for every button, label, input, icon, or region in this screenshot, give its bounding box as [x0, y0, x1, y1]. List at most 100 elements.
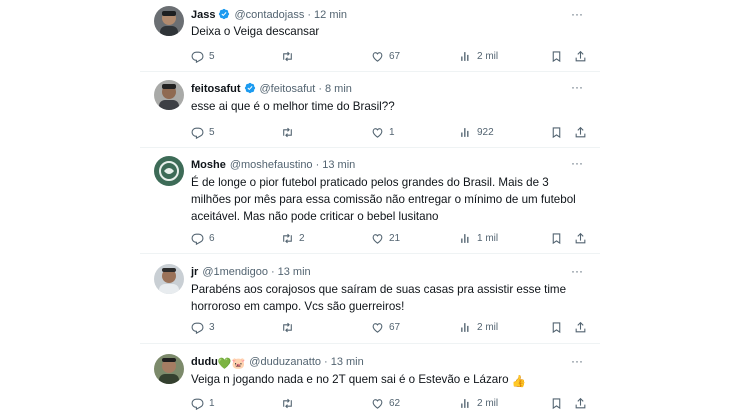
tweet-header: dudu💚🐷 @duduzanatto · 13 min: [191, 353, 560, 371]
tweet-text: esse ai que é o melhor time do Brasil??: [191, 100, 395, 113]
views-button[interactable]: 922: [459, 124, 494, 140]
views-button[interactable]: 2 mil: [459, 48, 498, 64]
like-count: 21: [389, 232, 401, 244]
like-count: 1: [389, 126, 395, 138]
bookmark-icon: [552, 321, 561, 333]
separator-dot: ·: [315, 159, 320, 171]
reply-button[interactable]: 6: [191, 230, 215, 246]
retweet-icon: [283, 51, 292, 61]
tweet-feitosafut[interactable]: feitosafut @feitosafut · 8 min ··· esse ai …: [140, 72, 600, 148]
views-button[interactable]: 2 mil: [459, 395, 498, 411]
reply-count: 3: [209, 321, 215, 333]
bookmark-icon: [552, 232, 561, 244]
tweet-jr[interactable]: jr @1mendigoo · 13 min ··· Parabéns aos cor…: [140, 254, 600, 344]
bookmark-button[interactable]: [550, 230, 563, 246]
reply-count: 6: [209, 232, 215, 244]
author-handle[interactable]: @duduzanatto: [249, 356, 321, 368]
tweet-dudu[interactable]: dudu💚🐷 @duduzanatto · 13 min ··· Veiga n jo…: [140, 344, 600, 416]
tweet-text: Deixa o Veiga descansar: [191, 25, 320, 38]
share-button[interactable]: [574, 395, 587, 411]
author-name[interactable]: feitosafut: [191, 83, 241, 95]
views-icon: [461, 233, 469, 243]
timestamp[interactable]: 13 min: [322, 159, 355, 171]
author-name[interactable]: dudu: [191, 356, 218, 368]
timestamp[interactable]: 13 min: [331, 356, 364, 368]
author-handle[interactable]: @contadojass: [234, 9, 304, 21]
reply-icon: [191, 127, 204, 139]
reply-count: 5: [209, 50, 215, 62]
author-handle[interactable]: @moshefaustino: [230, 159, 313, 171]
reply-button[interactable]: 1: [191, 395, 215, 411]
timestamp[interactable]: 12 min: [314, 9, 347, 21]
like-button[interactable]: 21: [371, 230, 400, 246]
like-icon: [372, 51, 383, 62]
more-icon[interactable]: ···: [568, 355, 586, 370]
share-button[interactable]: [574, 230, 587, 246]
retweet-icon: [283, 398, 292, 408]
avatar[interactable]: [154, 6, 184, 36]
author-handle[interactable]: @1mendigoo: [202, 266, 268, 278]
tweet-actions: 1 62 2 mil: [191, 395, 586, 411]
retweet-button[interactable]: [281, 124, 299, 140]
author-handle[interactable]: @feitosafut: [260, 83, 316, 95]
more-icon[interactable]: ···: [568, 81, 586, 96]
tweet-text: É de longe o pior futebol praticado pelo…: [191, 176, 576, 223]
reply-button[interactable]: 5: [191, 48, 215, 64]
bookmark-button[interactable]: [550, 48, 563, 64]
reply-icon: [191, 322, 204, 334]
retweet-button[interactable]: [281, 319, 299, 335]
author-name[interactable]: Jass: [191, 9, 215, 21]
tweet-jass[interactable]: Jass @contadojass · 12 min ··· Deixa o Veig…: [140, 0, 600, 72]
avatar[interactable]: [154, 354, 184, 384]
like-button[interactable]: 67: [371, 319, 400, 335]
like-button[interactable]: 62: [371, 395, 400, 411]
retweet-icon: [283, 127, 292, 137]
reply-icon: [191, 51, 204, 63]
reply-button[interactable]: 3: [191, 319, 215, 335]
tweet-actions: 5 1 922: [191, 124, 586, 140]
bookmark-button[interactable]: [550, 395, 563, 411]
author-name[interactable]: Moshe: [191, 159, 226, 171]
avatar[interactable]: [154, 80, 184, 110]
separator-dot: ·: [318, 83, 322, 95]
bookmark-button[interactable]: [550, 124, 563, 140]
share-icon: [575, 126, 586, 137]
reply-button[interactable]: 5: [191, 124, 215, 140]
avatar[interactable]: [154, 264, 184, 294]
tweet-header: Jass @contadojass · 12 min: [191, 6, 560, 24]
timestamp[interactable]: 13 min: [278, 266, 311, 278]
share-icon: [575, 50, 586, 61]
views-button[interactable]: 1 mil: [459, 230, 498, 246]
tweet-text: Veiga n jogando nada e no 2T quem sai é …: [191, 373, 509, 386]
bookmark-button[interactable]: [550, 319, 563, 335]
avatar[interactable]: [154, 156, 184, 186]
more-icon[interactable]: ···: [568, 157, 586, 172]
views-button[interactable]: 2 mil: [459, 319, 498, 335]
like-button[interactable]: 67: [371, 48, 400, 64]
timestamp[interactable]: 8 min: [325, 83, 352, 95]
author-name[interactable]: jr: [191, 266, 198, 278]
retweet-button[interactable]: 2: [281, 230, 305, 246]
tweet-actions: 5 67 2 mil: [191, 48, 586, 64]
retweet-button[interactable]: [281, 395, 299, 411]
tweet-header: jr @1mendigoo · 13 min: [191, 263, 560, 281]
separator-dot: ·: [307, 9, 312, 21]
share-button[interactable]: [574, 124, 587, 140]
views-icon: [461, 127, 469, 137]
share-button[interactable]: [574, 48, 587, 64]
more-icon[interactable]: ···: [568, 265, 586, 280]
reply-feed: Jass @contadojass · 12 min ··· Deixa o Veig…: [140, 0, 600, 416]
views-icon: [461, 398, 469, 408]
more-icon[interactable]: ···: [568, 8, 586, 23]
views-icon: [461, 322, 469, 332]
thumbs-up-emoji: 👍: [511, 375, 527, 388]
share-button[interactable]: [574, 319, 587, 335]
tweet-moshe[interactable]: Moshe @moshefaustino · 13 min ··· É de long…: [140, 148, 600, 254]
retweet-button[interactable]: [281, 48, 299, 64]
like-button[interactable]: 1: [371, 124, 395, 140]
like-icon: [372, 127, 383, 138]
retweet-count: 2: [299, 232, 305, 244]
tweet-actions: 3 67 2 mil: [191, 319, 586, 335]
views-icon: [461, 51, 469, 61]
view-count: 1 mil: [477, 232, 499, 244]
